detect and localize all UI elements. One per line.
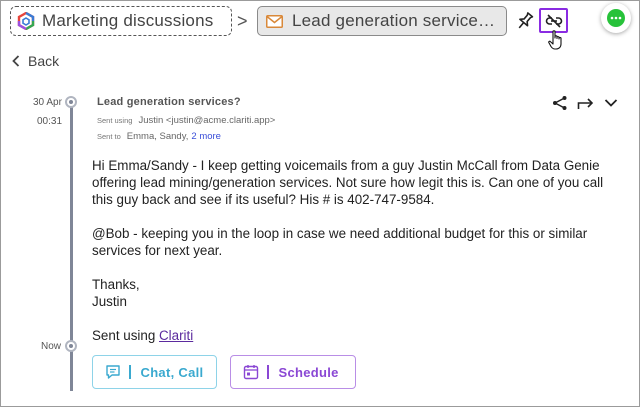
schedule-label: Schedule	[278, 364, 339, 380]
chat-bubble-icon	[607, 9, 625, 27]
timeline-date: 30 Apr	[33, 97, 62, 108]
chat-call-button[interactable]: Chat, Call	[92, 355, 217, 389]
breadcrumb-root-label: Marketing discussions	[42, 11, 214, 30]
sent-to-value: Emma, Sandy,	[126, 131, 189, 142]
body-footer-prefix: Sent using	[92, 328, 159, 343]
breadcrumb-root-topic[interactable]: Marketing discussions	[10, 6, 232, 36]
message-subject: Lead generation services?	[97, 96, 241, 108]
share-icon[interactable]	[552, 95, 568, 111]
sent-using-key: Sent using	[97, 116, 133, 125]
timeline-node-message	[65, 96, 77, 108]
schedule-button[interactable]: Schedule	[230, 355, 356, 389]
sent-using-value: Justin <justin@acme.clariti.app>	[138, 115, 276, 126]
clariti-logo-icon	[17, 12, 35, 30]
body-paragraph: Hi Emma/Sandy - I keep getting voicemail…	[92, 158, 604, 207]
message-actions	[552, 95, 618, 111]
sent-using-row: Sent using Justin <justin@acme.clariti.a…	[97, 115, 275, 126]
body-signoff: Thanks,	[92, 277, 140, 292]
breadcrumb-current-topic[interactable]: Lead generation service…	[257, 6, 507, 36]
body-signature: Justin	[92, 294, 127, 309]
body-footer: Sent using Clariti	[92, 327, 624, 344]
clariti-link[interactable]: Clariti	[159, 328, 193, 343]
chat-call-label: Chat, Call	[140, 364, 204, 380]
app-frame: Marketing discussions > Lead generation …	[0, 0, 640, 407]
timeline-node-now	[65, 340, 77, 352]
chat-fab-button[interactable]	[601, 3, 631, 33]
chat-icon	[106, 365, 120, 379]
chevron-down-icon[interactable]	[604, 98, 618, 108]
sent-to-row: Sent to Emma, Sandy, 2 more	[97, 131, 221, 142]
hand-cursor-icon	[548, 30, 562, 50]
breadcrumb-separator: >	[237, 11, 248, 31]
back-button[interactable]: Back	[12, 53, 59, 69]
unlink-icon	[545, 13, 562, 28]
timeline-now-label: Now	[41, 341, 62, 352]
chevron-left-icon	[12, 55, 20, 67]
pin-button[interactable]	[515, 11, 535, 31]
pin-icon	[518, 12, 534, 29]
calendar-icon	[243, 365, 259, 380]
sent-to-key: Sent to	[97, 132, 121, 141]
timeline-time: 00:31	[37, 116, 63, 127]
back-label: Back	[28, 53, 60, 69]
body-paragraph: @Bob - keeping you in the loop in case w…	[92, 226, 588, 258]
message-body: Hi Emma/Sandy - I keep getting voicemail…	[92, 157, 624, 344]
sent-to-more-link[interactable]: 2 more	[191, 131, 221, 142]
email-icon	[266, 14, 283, 28]
breadcrumb-current-label: Lead generation service…	[292, 11, 496, 30]
forward-icon[interactable]	[577, 96, 595, 110]
